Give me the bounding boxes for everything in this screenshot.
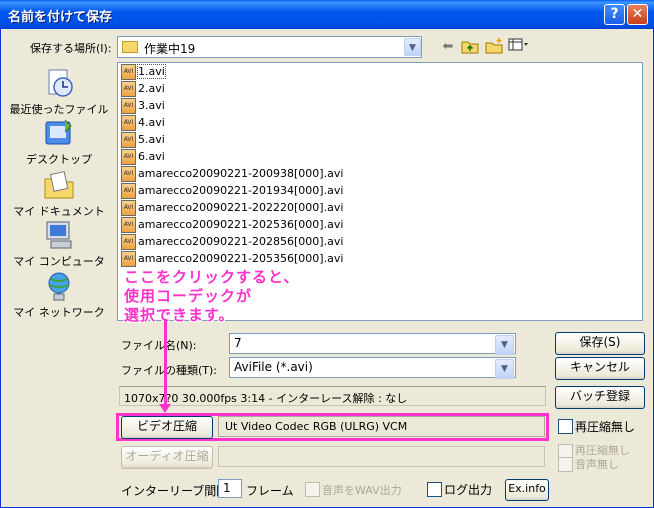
my-network-icon	[43, 270, 75, 302]
place-label: デスクトップ	[26, 153, 92, 166]
save-in-dropdown[interactable]: 作業中19 ▼	[117, 36, 422, 58]
file-type-label: ファイルの種類(T):	[121, 364, 218, 377]
avi-file-icon: AVI	[121, 64, 136, 80]
file-name: amarecco20090221-205356[000].avi	[138, 252, 344, 265]
folder-icon	[122, 41, 138, 53]
place-recent-documents[interactable]: 最近使ったファイル	[8, 67, 110, 117]
chevron-down-icon[interactable]: ▼	[495, 359, 514, 379]
file-type-dropdown[interactable]: AviFile (*.avi) ▼	[229, 357, 516, 379]
avi-file-icon: AVI	[121, 98, 136, 114]
avi-file-icon: AVI	[121, 200, 136, 216]
audio-to-wav-checkbox	[305, 482, 320, 497]
file-name: amarecco20090221-202856[000].avi	[138, 235, 344, 248]
avi-file-icon: AVI	[121, 234, 136, 250]
place-label: マイ ドキュメント	[13, 205, 105, 218]
avi-file-icon: AVI	[121, 217, 136, 233]
audio-compress-button: オーディオ圧縮	[121, 446, 213, 469]
no-recompress-video-label: 再圧縮無し	[575, 420, 636, 434]
place-label: マイ コンピュータ	[13, 255, 105, 268]
place-desktop[interactable]: デスクトップ	[8, 117, 110, 167]
avi-file-icon: AVI	[121, 166, 136, 182]
annotation-line: 使用コーデックが	[124, 287, 253, 305]
annotation-text: ここをクリックすると、 使用コーデックが 選択できます。	[124, 268, 299, 325]
my-documents-icon	[43, 169, 75, 201]
place-my-computer[interactable]: マイ コンピュータ	[8, 219, 110, 269]
place-label: 最近使ったファイル	[9, 103, 109, 116]
file-item[interactable]: AVI 3.avi	[118, 97, 642, 114]
file-name: 6.avi	[138, 150, 165, 163]
window-title: 名前を付けて保存	[8, 10, 113, 25]
file-name: 2.avi	[138, 82, 165, 95]
place-my-documents[interactable]: マイ ドキュメント	[8, 169, 110, 219]
file-name-value: 7	[234, 336, 242, 350]
file-name: amarecco20090221-202220[000].avi	[138, 201, 344, 214]
avi-file-icon: AVI	[121, 149, 136, 165]
chevron-down-icon[interactable]: ▼	[495, 335, 514, 355]
annotation-arrow	[164, 320, 167, 406]
file-name: 5.avi	[138, 133, 165, 146]
interleave-unit-label: フレーム	[246, 484, 294, 498]
log-output-checkbox[interactable]	[427, 482, 442, 497]
my-computer-icon	[43, 219, 75, 251]
view-menu-icon[interactable]	[508, 38, 528, 56]
annotation-line: ここをクリックすると、	[124, 268, 300, 286]
avi-file-icon: AVI	[121, 183, 136, 199]
log-output-label: ログ出力	[444, 483, 493, 497]
file-item[interactable]: AVI 6.avi	[118, 148, 642, 165]
save-in-label: 保存する場所(I):	[30, 42, 112, 55]
file-item[interactable]: AVI amarecco20090221-200938[000].avi	[118, 165, 642, 182]
file-name-label: ファイル名(N):	[121, 339, 197, 352]
help-button[interactable]: ?	[604, 4, 625, 25]
mute-audio-label: 音声無し	[575, 458, 619, 471]
recent-documents-icon	[43, 67, 75, 99]
avi-file-icon: AVI	[121, 115, 136, 131]
no-recompress-video-checkbox[interactable]	[558, 419, 573, 434]
video-codec-field: Ut Video Codec RGB (ULRG) VCM	[218, 416, 545, 437]
audio-codec-field	[218, 446, 545, 467]
video-compress-button[interactable]: ビデオ圧縮	[121, 416, 213, 439]
cancel-button[interactable]: キャンセル	[555, 357, 645, 380]
audio-to-wav-label: 音声をWAV出力	[322, 484, 402, 497]
place-my-network[interactable]: マイ ネットワーク	[8, 270, 110, 320]
file-item[interactable]: AVI amarecco20090221-205356[000].avi	[118, 250, 642, 267]
file-type-value: AviFile (*.avi)	[234, 360, 313, 374]
file-name: amarecco20090221-202536[000].avi	[138, 218, 344, 231]
file-item[interactable]: AVI amarecco20090221-201934[000].avi	[118, 182, 642, 199]
avi-file-icon: AVI	[121, 132, 136, 148]
back-arrow-icon[interactable]: ⬅	[438, 38, 458, 56]
batch-register-button[interactable]: バッチ登録	[555, 386, 645, 409]
file-item[interactable]: AVI 2.avi	[118, 80, 642, 97]
desktop-icon	[43, 117, 75, 149]
place-label: マイ ネットワーク	[13, 306, 105, 319]
ex-info-button[interactable]: Ex.info	[505, 479, 549, 501]
interleave-input[interactable]: 1	[218, 479, 242, 498]
file-name: 4.avi	[138, 116, 165, 129]
file-item[interactable]: AVI 5.avi	[118, 131, 642, 148]
up-folder-icon[interactable]	[460, 38, 480, 56]
chevron-down-icon[interactable]: ▼	[404, 38, 421, 56]
annotation-arrow-head	[159, 404, 171, 413]
file-item[interactable]: AVI amarecco20090221-202536[000].avi	[118, 216, 642, 233]
mute-audio-checkbox	[558, 457, 573, 472]
annotation-line: 選択できます。	[124, 306, 235, 324]
save-in-value: 作業中19	[144, 42, 196, 56]
file-name: 1.avi	[137, 64, 166, 79]
file-item[interactable]: AVI amarecco20090221-202220[000].avi	[118, 199, 642, 216]
new-folder-icon[interactable]	[484, 38, 504, 56]
file-item[interactable]: AVI 1.avi	[118, 63, 642, 80]
avi-file-icon: AVI	[121, 81, 136, 97]
file-name: 3.avi	[138, 99, 165, 112]
file-item[interactable]: AVI amarecco20090221-202856[000].avi	[118, 233, 642, 250]
close-button[interactable]: ✕	[627, 4, 648, 25]
file-name-input[interactable]: 7 ▼	[229, 333, 516, 355]
avi-file-icon: AVI	[121, 251, 136, 267]
file-name: amarecco20090221-201934[000].avi	[138, 184, 344, 197]
save-button[interactable]: 保存(S)	[555, 332, 645, 355]
file-name: amarecco20090221-200938[000].avi	[138, 167, 344, 180]
file-item[interactable]: AVI 4.avi	[118, 114, 642, 131]
video-info-bar: 1070x7?0 30.000fps 3:14 - インターレース解除 : なし	[119, 386, 546, 406]
